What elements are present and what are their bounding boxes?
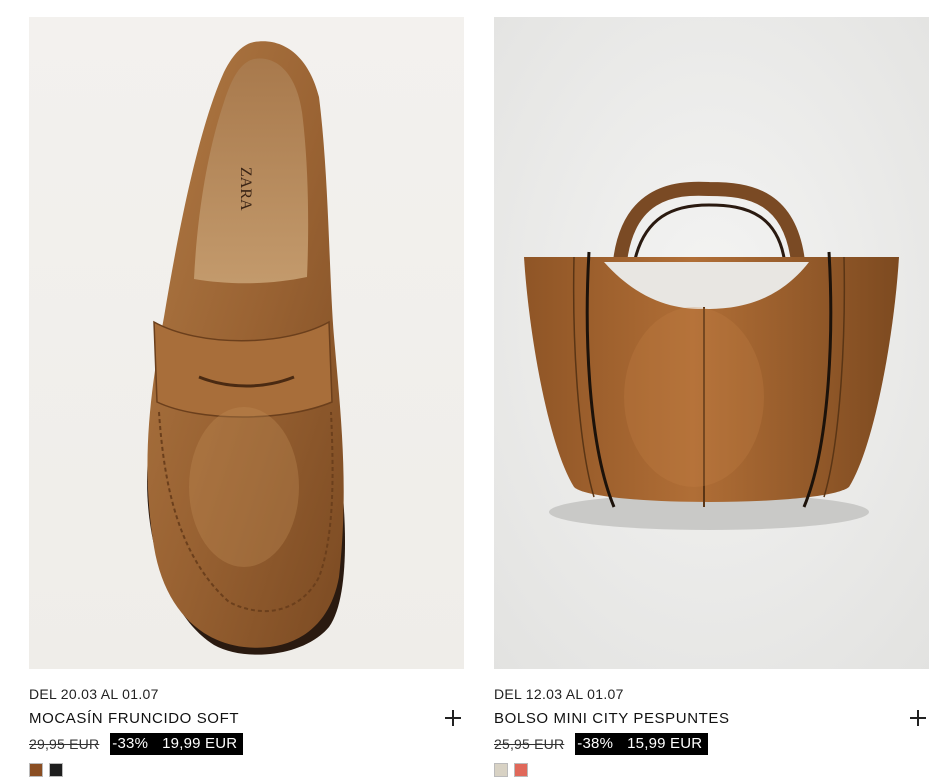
add-to-cart-plus-icon[interactable] xyxy=(909,709,927,727)
product-card: ZARA DEL 20.03 AL 01.07 MOCASÍN FRUNCIDO… xyxy=(29,17,464,777)
sale-price-badge: -33% 19,99 EUR xyxy=(110,733,244,755)
product-image-loafer[interactable]: ZARA xyxy=(29,17,464,669)
sale-price-badge: -38% 15,99 EUR xyxy=(575,733,709,755)
tote-bag-image xyxy=(494,17,929,669)
sale-price: 15,99 EUR xyxy=(627,735,703,752)
discount-percent: -38% xyxy=(577,735,614,752)
product-name[interactable]: MOCASÍN FRUNCIDO SOFT xyxy=(29,709,464,729)
original-price: 29,95 EUR xyxy=(29,736,100,752)
color-swatches xyxy=(494,763,929,777)
product-info: DEL 12.03 AL 01.07 BOLSO MINI CITY PESPU… xyxy=(494,669,929,777)
color-swatches xyxy=(29,763,464,777)
original-price: 25,95 EUR xyxy=(494,736,565,752)
price-row: 29,95 EUR -33% 19,99 EUR xyxy=(29,733,464,755)
color-swatch[interactable] xyxy=(494,763,508,777)
zara-logo: ZARA xyxy=(237,167,254,211)
add-to-cart-plus-icon[interactable] xyxy=(444,709,462,727)
product-card: DEL 12.03 AL 01.07 BOLSO MINI CITY PESPU… xyxy=(494,17,929,777)
product-name[interactable]: BOLSO MINI CITY PESPUNTES xyxy=(494,709,929,729)
product-info: DEL 20.03 AL 01.07 MOCASÍN FRUNCIDO SOFT… xyxy=(29,669,464,777)
product-image-bag[interactable] xyxy=(494,17,929,669)
product-grid: ZARA DEL 20.03 AL 01.07 MOCASÍN FRUNCIDO… xyxy=(0,0,938,784)
promo-dates: DEL 20.03 AL 01.07 xyxy=(29,686,159,702)
promo-dates: DEL 12.03 AL 01.07 xyxy=(494,686,624,702)
color-swatch[interactable] xyxy=(514,763,528,777)
sale-price: 19,99 EUR xyxy=(162,735,238,752)
color-swatch[interactable] xyxy=(29,763,43,777)
loafer-shoe-image: ZARA xyxy=(29,17,464,669)
price-row: 25,95 EUR -38% 15,99 EUR xyxy=(494,733,929,755)
color-swatch[interactable] xyxy=(49,763,63,777)
discount-percent: -33% xyxy=(112,735,149,752)
